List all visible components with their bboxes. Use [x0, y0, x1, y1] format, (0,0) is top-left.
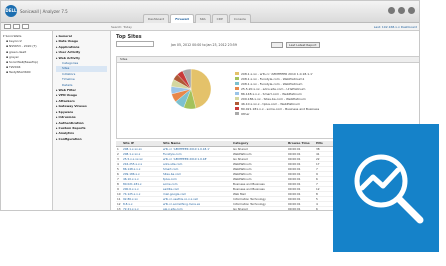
refresh-button[interactable]	[13, 24, 20, 29]
top-bar: DELL Sonicwall | Analyzer 7.5 Dashboard F…	[1, 1, 419, 23]
nav-tab-console[interactable]: Console	[228, 14, 251, 23]
nav-tab-sra[interactable]: SRA	[194, 14, 211, 23]
table-cell[interactable]: 72.21.x.x.x	[122, 206, 162, 210]
magnifier-chart-icon	[354, 154, 424, 224]
legend-swatch	[235, 87, 239, 90]
top-icons	[388, 7, 415, 14]
print-button[interactable]	[22, 24, 29, 29]
last-report-button[interactable]: Last Latest Report	[286, 42, 320, 48]
legend-swatch	[235, 82, 239, 85]
device-tree: ▾ SonicWalls ▪ beyonc2 ▪ NS5653 - 2020 (T)…	[1, 31, 53, 210]
dell-logo: DELL	[5, 5, 17, 17]
user-icon[interactable]	[398, 7, 405, 14]
panel-title: Sites	[117, 57, 419, 63]
analytics-logo	[333, 124, 446, 266]
back-button[interactable]	[4, 24, 11, 29]
legend-swatch	[235, 92, 239, 95]
legend-label: 46.10.x.xx.x - tplus.com - WebPlatinum	[241, 101, 301, 106]
chart-legend: 208.1.x.xx - wTo.cc 'AENTEEER 2010 1.0.1…	[235, 71, 319, 116]
toolbar-buttons	[4, 24, 29, 29]
legend-label: 208.1.x.xx - Funstyle.com - WebPlatinum1	[241, 76, 305, 81]
nav-tabs: Dashboard Firewall SRA CDP Console	[143, 14, 251, 23]
pie-chart	[170, 68, 212, 110]
app-brand: Sonicwall | Analyzer 7.5	[20, 9, 68, 14]
legend-swatch	[235, 107, 239, 110]
tree-item[interactable]: ▪ TestyNSA3600	[3, 70, 50, 75]
legend-label: 25.5.20.x.xx - adcs.site.com - UrlsPlati…	[241, 86, 306, 91]
legend-label: 80.021.181.x.x - some.com - Business and…	[241, 106, 320, 111]
legend-label: 208.1.x.xx - Funstyle.com - WebPlatinum	[241, 81, 303, 86]
legend-item[interactable]: 208.1.x.xx - wTo.cc 'AENTEEER 2010 1.0.1…	[235, 71, 319, 76]
dashboard-link[interactable]: Last: 192.168.x.x Dashboard	[374, 25, 417, 29]
legend-swatch	[235, 97, 239, 100]
legend-swatch	[235, 102, 239, 105]
nav-tab-dashboard[interactable]: Dashboard	[143, 14, 170, 23]
legend-label: 209.186.x.xx - Sites.ba.com - WebPlatinu…	[241, 96, 306, 101]
help-icon[interactable]	[408, 7, 415, 14]
table-cell: Go Shared	[232, 206, 287, 210]
legend-swatch	[235, 112, 239, 115]
page-title: Top Sites	[116, 34, 142, 40]
sub-toolbar: Search: Today Last: 192.168.x.x Dashboar…	[1, 23, 419, 31]
menu-item[interactable]: ▸ Configuration	[56, 137, 107, 142]
legend-swatch	[235, 77, 239, 80]
legend-item[interactable]: Other	[235, 111, 319, 116]
settings-icon[interactable]	[388, 7, 395, 14]
legend-label: 86.148.x.x.x - Smart.com - WebPlatinum	[241, 91, 302, 96]
legend-label: 208.1.x.xx - wTo.cc 'AENTEEER 2010 1.0.1…	[241, 71, 313, 76]
legend-item[interactable]: 80.021.181.x.x - some.com - Business and…	[235, 106, 319, 111]
table-cell: 00:00:01	[287, 206, 315, 210]
nav-tab-firewall[interactable]: Firewall	[170, 14, 194, 23]
table-cell[interactable]: api.x.site.com	[162, 206, 232, 210]
search-summary: Search: Today	[111, 25, 132, 29]
legend-swatch	[235, 72, 239, 75]
date-range[interactable]: Jan 05, 2012 00:00 to Jan 23, 2012 23:59	[171, 43, 237, 47]
table-cell: 6	[315, 206, 333, 210]
legend-label: Other	[241, 111, 250, 116]
filter-input[interactable]	[116, 41, 154, 47]
go-button[interactable]	[271, 42, 283, 48]
nav-tab-cdp[interactable]: CDP	[211, 14, 228, 23]
report-menu: ▸ General ▸ Data Usage ▸ Applications ▸ Use…	[53, 31, 111, 210]
